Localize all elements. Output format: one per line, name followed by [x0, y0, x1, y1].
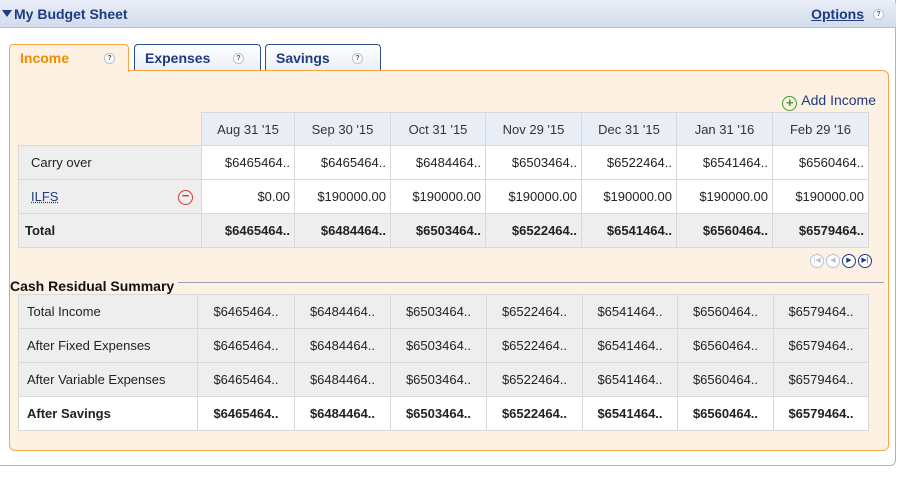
- table-row-total: Total $6465464.. $6484464.. $6503464.. $…: [18, 213, 869, 248]
- summary-table: Total Income $6465464.. $6484464.. $6503…: [18, 294, 869, 431]
- ilfs-link[interactable]: ILFS: [31, 189, 58, 204]
- add-income-button[interactable]: + Add Income: [782, 92, 876, 111]
- table-cell: $6579464..: [773, 294, 869, 329]
- table-cell: $6541464..: [582, 396, 678, 431]
- widget-title: My Budget Sheet: [14, 6, 128, 22]
- tab-expenses-label: Expenses: [145, 50, 211, 66]
- table-cell: $6484464..: [294, 362, 391, 397]
- table-cell: $6560464..: [676, 213, 773, 248]
- table-cell[interactable]: $190000.00: [772, 179, 869, 214]
- table-cell: $6484464..: [294, 396, 391, 431]
- widget-titlebar: My Budget Sheet Options ?: [0, 0, 896, 28]
- row-label: Carry over: [18, 145, 202, 180]
- table-cell: $6484464..: [294, 213, 391, 248]
- table-cell[interactable]: $0.00: [201, 179, 295, 214]
- table-cell[interactable]: $6560464..: [772, 145, 869, 180]
- row-label-cell: ILFS −: [18, 179, 202, 214]
- row-label: After Savings: [18, 396, 198, 431]
- table-cell: $6522464..: [485, 213, 582, 248]
- table-cell[interactable]: $190000.00: [390, 179, 486, 214]
- table-cell: $6522464..: [486, 294, 583, 329]
- table-row: After Variable Expenses $6465464.. $6484…: [18, 362, 869, 397]
- row-label: Total Income: [18, 294, 198, 329]
- table-cell: $6541464..: [582, 362, 678, 397]
- table-cell: $6522464..: [486, 328, 583, 363]
- income-header-row: Aug 31 '15 Sep 30 '15 Oct 31 '15 Nov 29 …: [19, 112, 869, 146]
- tab-savings[interactable]: Savings ?: [265, 44, 381, 71]
- row-label: Total: [18, 213, 202, 248]
- table-cell[interactable]: $6465464..: [294, 145, 391, 180]
- tab-income-label: Income: [20, 50, 70, 66]
- table-row: After Fixed Expenses $6465464.. $6484464…: [18, 328, 869, 363]
- tab-expenses-help-icon[interactable]: ?: [233, 53, 244, 64]
- table-cell[interactable]: $6522464..: [581, 145, 677, 180]
- table-cell[interactable]: $6484464..: [390, 145, 486, 180]
- next-page-icon[interactable]: ▶: [842, 254, 856, 268]
- table-cell[interactable]: $190000.00: [581, 179, 677, 214]
- row-label: After Variable Expenses: [18, 362, 198, 397]
- table-cell: $6465464..: [197, 396, 295, 431]
- table-cell: $6522464..: [486, 396, 583, 431]
- options-help-icon[interactable]: ?: [873, 9, 884, 20]
- collapse-triangle-icon[interactable]: [2, 10, 12, 17]
- add-income-label: Add Income: [801, 92, 876, 108]
- last-page-icon[interactable]: ▶|: [858, 254, 872, 268]
- prev-page-icon[interactable]: ◀: [826, 254, 840, 268]
- table-cell: $6522464..: [486, 362, 583, 397]
- table-cell: $6579464..: [773, 362, 869, 397]
- row-label: After Fixed Expenses: [18, 328, 198, 363]
- table-cell: $6560464..: [677, 396, 774, 431]
- table-cell: $6503464..: [390, 328, 487, 363]
- table-cell: $6503464..: [390, 213, 486, 248]
- pager: |◀ ◀ ▶ ▶|: [808, 250, 872, 268]
- table-row: After Savings $6465464.. $6484464.. $650…: [18, 396, 869, 431]
- tab-income-help-icon[interactable]: ?: [104, 53, 115, 64]
- column-header: Sep 30 '15: [294, 112, 391, 146]
- column-header: Feb 29 '16: [772, 112, 869, 146]
- first-page-icon[interactable]: |◀: [810, 254, 824, 268]
- income-table: Aug 31 '15 Sep 30 '15 Oct 31 '15 Nov 29 …: [18, 112, 869, 248]
- remove-circle-icon[interactable]: −: [178, 189, 193, 205]
- table-cell: $6579464..: [773, 396, 869, 431]
- tab-savings-label: Savings: [276, 50, 330, 66]
- table-cell[interactable]: $190000.00: [294, 179, 391, 214]
- tab-income[interactable]: Income ?: [9, 44, 129, 72]
- table-cell: $6560464..: [677, 294, 774, 329]
- table-cell: $6560464..: [677, 362, 774, 397]
- table-cell: $6579464..: [773, 328, 869, 363]
- column-header: Dec 31 '15: [581, 112, 677, 146]
- table-cell: $6579464..: [772, 213, 869, 248]
- table-row: Total Income $6465464.. $6484464.. $6503…: [18, 294, 869, 329]
- column-header: Jan 31 '16: [676, 112, 773, 146]
- table-cell[interactable]: $6465464..: [201, 145, 295, 180]
- table-cell: $6541464..: [582, 328, 678, 363]
- table-cell: $6560464..: [677, 328, 774, 363]
- column-header: Aug 31 '15: [201, 112, 295, 146]
- table-cell[interactable]: $190000.00: [485, 179, 582, 214]
- table-cell[interactable]: $6503464..: [485, 145, 582, 180]
- tab-expenses[interactable]: Expenses ?: [134, 44, 261, 71]
- header-blank-cell: [19, 113, 202, 146]
- column-header: Oct 31 '15: [390, 112, 486, 146]
- table-cell: $6465464..: [197, 328, 295, 363]
- table-cell[interactable]: $190000.00: [676, 179, 773, 214]
- table-cell: $6484464..: [294, 294, 391, 329]
- table-cell: $6484464..: [294, 328, 391, 363]
- table-row-ilfs: ILFS − $0.00 $190000.00 $190000.00 $1900…: [18, 179, 869, 214]
- table-cell: $6541464..: [581, 213, 677, 248]
- column-header: Nov 29 '15: [485, 112, 582, 146]
- table-cell[interactable]: $6541464..: [676, 145, 773, 180]
- options-link[interactable]: Options: [811, 6, 864, 22]
- table-row-carry-over: Carry over $6465464.. $6465464.. $648446…: [18, 145, 869, 180]
- tab-savings-help-icon[interactable]: ?: [352, 53, 363, 64]
- table-cell: $6503464..: [390, 294, 487, 329]
- add-circle-icon: +: [782, 96, 798, 111]
- summary-title: Cash Residual Summary: [10, 278, 179, 294]
- table-cell: $6503464..: [390, 362, 487, 397]
- table-cell: $6465464..: [197, 362, 295, 397]
- table-cell: $6465464..: [197, 294, 295, 329]
- table-cell: $6503464..: [390, 396, 487, 431]
- table-cell: $6465464..: [201, 213, 295, 248]
- table-cell: $6541464..: [582, 294, 678, 329]
